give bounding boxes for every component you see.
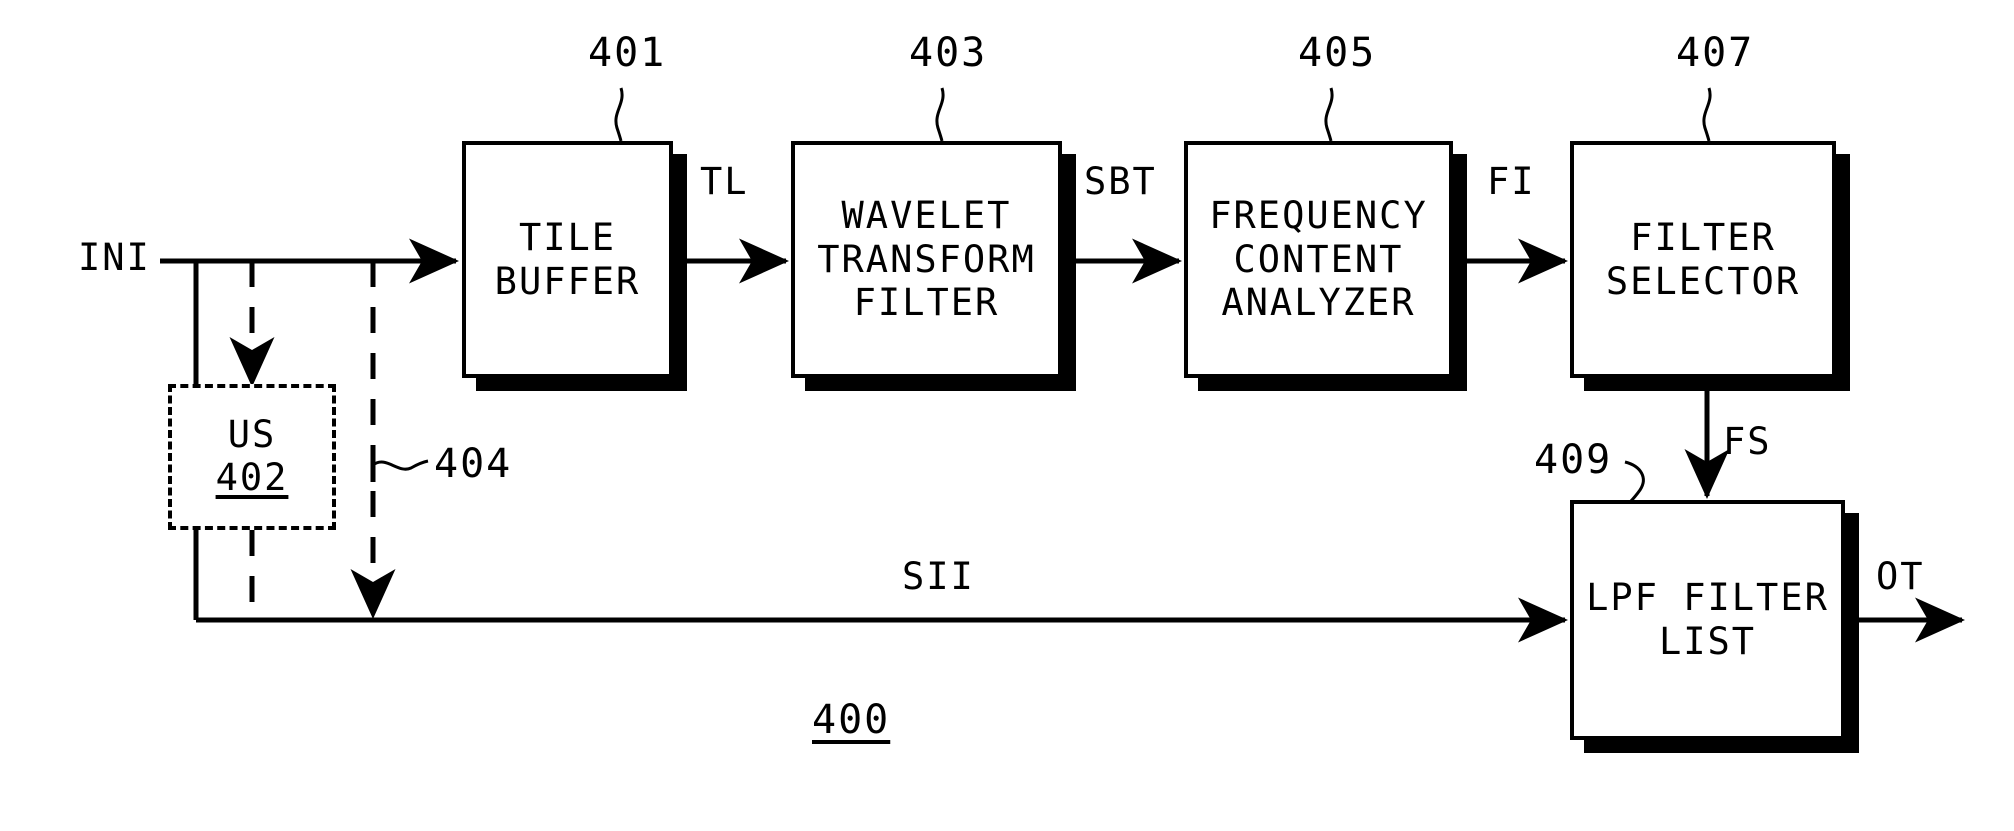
filter-selector-shadow: [1836, 154, 1850, 390]
signal-label-sbt: SBT: [1084, 160, 1157, 203]
frequency-shadow: [1453, 154, 1467, 390]
ref-leader-407: [1702, 87, 1712, 142]
ref-numeral-409: 409: [1534, 437, 1613, 483]
block-frequency-content-analyzer-label: FREQUENCY CONTENT ANALYZER: [1209, 194, 1428, 325]
signal-label-fi: FI: [1487, 160, 1536, 203]
lpf-shadow: [1845, 513, 1859, 753]
ref-numeral-401: 401: [588, 30, 667, 76]
signal-label-sii: SII: [902, 555, 975, 598]
block-upsampler[interactable]: US 402: [168, 384, 336, 530]
ref-leader-403: [935, 87, 945, 142]
block-lpf-filter-list[interactable]: LPF FILTER LIST: [1570, 500, 1845, 740]
wavelet-shadow: [1062, 154, 1076, 390]
ref-numeral-407: 407: [1676, 30, 1755, 76]
ref-leader-405: [1324, 87, 1334, 142]
ref-numeral-404: 404: [434, 441, 513, 487]
lpf-shadow-bottom: [1584, 740, 1859, 753]
block-upsampler-ref: 402: [215, 456, 289, 499]
block-filter-selector-label: FILTER SELECTOR: [1605, 215, 1801, 303]
signal-label-fs: FS: [1723, 420, 1772, 463]
ref-leader-409: [1624, 460, 1645, 504]
ref-numeral-403: 403: [909, 30, 988, 76]
signal-label-ini: INI: [78, 236, 151, 279]
block-filter-selector[interactable]: FILTER SELECTOR: [1570, 141, 1836, 378]
signal-label-ot: OT: [1876, 555, 1925, 598]
block-frequency-content-analyzer[interactable]: FREQUENCY CONTENT ANALYZER: [1184, 141, 1453, 378]
block-tile-buffer[interactable]: TILE BUFFER: [462, 141, 673, 378]
signal-label-tl: TL: [700, 160, 749, 203]
block-wavelet-transform-filter[interactable]: WAVELET TRANSFORM FILTER: [791, 141, 1062, 378]
figure-canvas: TILE BUFFER WAVELET TRANSFORM FILTER FRE…: [0, 0, 2014, 831]
block-lpf-filter-list-label: LPF FILTER LIST: [1586, 576, 1829, 663]
block-wavelet-transform-filter-label: WAVELET TRANSFORM FILTER: [817, 194, 1036, 325]
figure-number-400: 400: [812, 697, 891, 743]
frequency-shadow-bottom: [1198, 378, 1467, 391]
ref-leader-401: [614, 87, 624, 142]
block-tile-buffer-label: TILE BUFFER: [494, 215, 641, 303]
filter-selector-shadow-bottom: [1584, 378, 1850, 391]
ref-numeral-405: 405: [1298, 30, 1377, 76]
wavelet-shadow-bottom: [805, 378, 1076, 391]
ref-leader-404: [370, 448, 429, 482]
tile-buffer-shadow: [673, 154, 687, 390]
tile-buffer-shadow-bottom: [476, 378, 687, 391]
block-upsampler-label: US: [227, 413, 277, 457]
